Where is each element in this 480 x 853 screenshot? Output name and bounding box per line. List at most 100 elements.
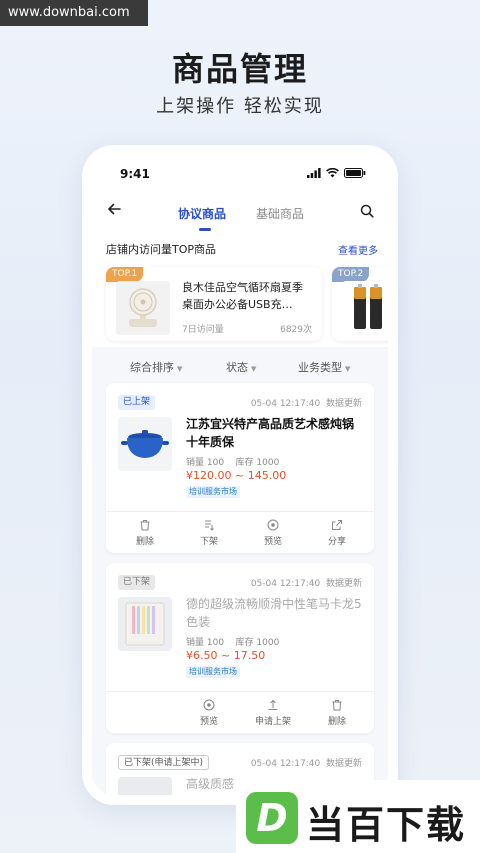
preview-icon: [267, 519, 279, 531]
card-divider: [106, 691, 374, 692]
update-date: 05-04 12:17:40: [250, 759, 321, 769]
stock-value: 1000: [256, 638, 280, 648]
price-range: ¥120.00 ~ 145.00: [186, 469, 287, 482]
preview-label: 预览: [199, 717, 218, 727]
product-image-pot: [118, 417, 172, 471]
sales-label: 销量: [186, 458, 205, 468]
visits-count: 6829次: [280, 325, 312, 335]
product-image-fan: [116, 281, 170, 335]
apply-listing-button[interactable]: 申请上架: [248, 699, 298, 727]
update-date: 05-04 12:17:40: [250, 579, 321, 589]
pot-icon: [121, 430, 169, 458]
product-image-pens: [118, 597, 172, 651]
stock-label: 库存: [235, 458, 254, 468]
filter-status[interactable]: 状态 ▼: [226, 359, 256, 375]
tab-agreement-goods[interactable]: 协议商品: [178, 205, 226, 222]
sales-label: 销量: [186, 638, 205, 648]
stock-label: 库存: [235, 638, 254, 648]
update-time: 05-04 12:17:40 数据更新: [251, 576, 362, 589]
status-time: 9:41: [120, 167, 150, 181]
filter-bar: 综合排序 ▼ 状态 ▼ 业务类型 ▼: [92, 353, 388, 381]
preview-label: 预览: [263, 537, 282, 547]
tab-basic-goods[interactable]: 基础商品: [256, 205, 304, 222]
caret-down-icon: ▼: [177, 365, 183, 373]
sales-value: 100: [206, 638, 225, 648]
update-label: 数据更新: [325, 399, 362, 409]
active-tab-indicator: [199, 228, 211, 231]
trash-icon: [332, 700, 342, 711]
fan-icon: [129, 288, 157, 327]
stock-value: 1000: [256, 458, 280, 468]
signal-icon: [307, 168, 321, 178]
delete-button[interactable]: 删除: [312, 699, 362, 727]
top-nav: 协议商品 基础商品: [92, 191, 388, 235]
pens-icon: [125, 602, 165, 646]
status-icons: [307, 168, 366, 178]
upload-icon: [268, 699, 278, 710]
brand-logo: D: [246, 792, 298, 844]
share-button[interactable]: 分享: [312, 519, 362, 547]
phone-frame: 9:41 协议商品 基础商品 店铺内访问量TOP商品 查看更多 TOP.1 良木…: [82, 145, 398, 805]
battery-icon: [344, 168, 366, 178]
rank-badge: TOP.1: [106, 267, 144, 282]
wifi-icon: [326, 168, 339, 178]
top-product-card[interactable]: TOP.2: [332, 267, 388, 341]
preview-icon: [203, 699, 215, 711]
card-divider: [106, 511, 374, 512]
market-tag: 培训服务市场: [186, 486, 240, 498]
status-badge: 已上架: [118, 395, 156, 410]
apply-listing-label: 申请上架: [254, 717, 291, 727]
status-badge: 已下架: [118, 575, 156, 590]
filter-sort[interactable]: 综合排序 ▼: [130, 359, 182, 375]
product-stats: 销量 100 库存 1000: [186, 455, 279, 468]
filter-business-type[interactable]: 业务类型 ▼: [298, 359, 350, 375]
top-products-header: 店铺内访问量TOP商品 查看更多: [92, 235, 388, 261]
search-icon[interactable]: [360, 204, 374, 218]
top-products-carousel[interactable]: TOP.1 良木佳品空气循环扇夏季桌面办公必备USB充… 7日访问量 6829次…: [92, 261, 388, 347]
view-more-link[interactable]: 查看更多: [338, 242, 378, 257]
price-range: ¥6.50 ~ 17.50: [186, 649, 266, 662]
filter-status-label: 状态: [226, 361, 248, 374]
caret-down-icon: ▼: [345, 365, 351, 373]
update-time: 05-04 12:17:40 数据更新: [251, 396, 362, 409]
delete-label: 删除: [135, 537, 154, 547]
share-label: 分享: [327, 537, 346, 547]
product-title: 江苏宜兴特产高品质艺术感炖锅十年质保: [186, 417, 355, 449]
brand-watermark: D 当百下载: [236, 780, 480, 853]
delist-label: 下架: [199, 537, 218, 547]
filter-business-label: 业务类型: [298, 361, 342, 374]
back-arrow-icon[interactable]: [106, 201, 122, 217]
filter-sort-label: 综合排序: [130, 361, 174, 374]
brand-logo-letter: D: [256, 796, 288, 840]
product-card[interactable]: 已上架 05-04 12:17:40 数据更新 江苏宜兴特产高品质艺术感炖锅十年…: [106, 383, 374, 553]
preview-button[interactable]: 预览: [248, 519, 298, 547]
product-image: [118, 777, 172, 795]
sales-value: 100: [206, 458, 225, 468]
battery-product-icon: [354, 284, 382, 329]
update-time: 05-04 12:17:40 数据更新: [251, 756, 362, 769]
product-title: 德的超级流畅顺滑中性笔马卡龙5色装: [186, 597, 362, 629]
delist-icon: [205, 520, 214, 531]
status-badge: 已下架(申请上架中): [118, 755, 210, 770]
trash-icon: [140, 520, 150, 531]
market-tag: 培训服务市场: [186, 666, 240, 678]
share-icon: [332, 520, 342, 530]
caret-down-icon: ▼: [251, 365, 257, 373]
visits-label: 7日访问量: [182, 325, 224, 335]
hero-subtitle: 上架操作 轻松实现: [156, 96, 324, 117]
product-card[interactable]: 已下架 05-04 12:17:40 数据更新 德的超级流畅顺滑中性笔马卡龙5色…: [106, 563, 374, 733]
preview-button[interactable]: 预览: [184, 699, 234, 727]
delete-label: 删除: [327, 717, 346, 727]
update-date: 05-04 12:17:40: [250, 399, 321, 409]
hero-title: 商品管理: [171, 50, 308, 88]
top-products-title: 店铺内访问量TOP商品: [106, 243, 217, 256]
site-watermark: www.downbai.com: [0, 0, 148, 26]
product-stats: 销量 100 库存 1000: [186, 635, 279, 648]
top-product-card[interactable]: TOP.1 良木佳品空气循环扇夏季桌面办公必备USB充… 7日访问量 6829次: [106, 267, 322, 341]
status-bar: 9:41: [92, 155, 388, 191]
delist-button[interactable]: 下架: [184, 519, 234, 547]
delete-button[interactable]: 删除: [120, 519, 170, 547]
top-product-name: 良木佳品空气循环扇夏季桌面办公必备USB充…: [182, 281, 303, 311]
update-label: 数据更新: [325, 759, 362, 769]
product-image-batteries: [342, 281, 388, 335]
